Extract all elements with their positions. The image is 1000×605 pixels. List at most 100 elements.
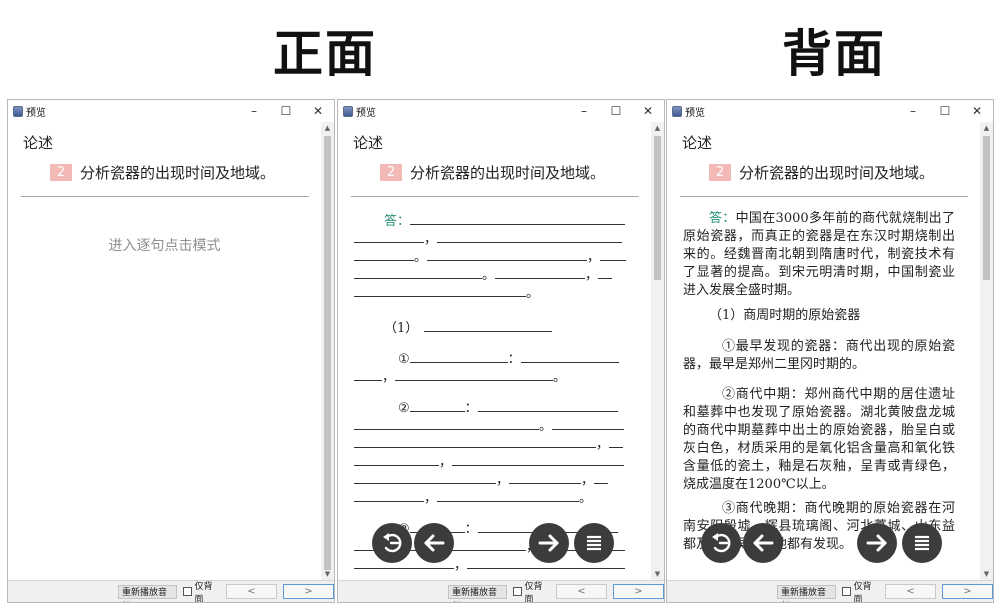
divider — [680, 196, 968, 197]
vertical-scrollbar[interactable]: ▲ ▼ — [651, 122, 664, 580]
period: 。 — [553, 370, 567, 385]
section-title: 论述 — [23, 134, 54, 152]
previous-sentence-button[interactable] — [414, 523, 454, 563]
scroll-down-icon[interactable]: ▼ — [651, 570, 664, 578]
question-line: 2 分析瓷器的出现时间及地域。 — [50, 162, 275, 183]
prev-card-button[interactable]: < — [555, 584, 607, 599]
answer-blank[interactable] — [520, 349, 619, 363]
answer-blank-line: 。 — [354, 283, 539, 304]
comma: ， — [496, 473, 510, 488]
divider — [21, 196, 309, 197]
answer-blank[interactable] — [354, 247, 414, 261]
next-card-button[interactable]: > — [612, 584, 664, 599]
close-button[interactable]: ✕ — [632, 100, 664, 122]
answer-blank[interactable] — [395, 367, 554, 381]
close-button[interactable]: ✕ — [302, 100, 334, 122]
answer-blank[interactable] — [354, 283, 526, 297]
title-bar: 预览 – ☐ ✕ — [8, 100, 334, 122]
minimize-button[interactable]: – — [897, 100, 929, 122]
answer-blank[interactable] — [410, 211, 626, 225]
answer-blank[interactable] — [437, 488, 580, 502]
arrow-right-icon — [866, 534, 887, 552]
comma: ， — [581, 473, 595, 488]
scroll-down-icon[interactable]: ▼ — [980, 570, 993, 578]
maximize-button[interactable]: ☐ — [929, 100, 961, 122]
back-only-checkbox[interactable] — [841, 587, 851, 596]
comma: ， — [587, 250, 601, 265]
answer-blank[interactable] — [354, 229, 424, 243]
answer-blank[interactable] — [600, 247, 627, 261]
answer-blank[interactable] — [594, 470, 609, 484]
window-title: 预览 — [356, 107, 376, 119]
period: 。 — [539, 419, 553, 434]
answer-blank[interactable] — [354, 488, 424, 502]
previous-sentence-button[interactable] — [743, 523, 783, 563]
answer-blank[interactable] — [452, 452, 625, 466]
item-label: ② — [398, 401, 410, 416]
card-content: 论述 2 分析瓷器的出现时间及地域。 答： ， 。 ， 。 ， 。 （1） ① ： ，… — [338, 122, 651, 580]
close-button[interactable]: ✕ — [961, 100, 993, 122]
period: 。 — [414, 250, 428, 265]
back-heading: 背面 — [782, 25, 886, 83]
answer-blank[interactable] — [354, 265, 482, 279]
next-sentence-button[interactable] — [857, 523, 897, 563]
vertical-scrollbar[interactable]: ▲ ▼ — [321, 122, 334, 580]
answer-blank[interactable] — [477, 398, 618, 412]
scroll-thumb[interactable] — [324, 136, 331, 570]
answer-blank[interactable] — [552, 416, 625, 430]
next-sentence-button[interactable] — [529, 523, 569, 563]
scroll-thumb[interactable] — [654, 136, 661, 280]
scroll-up-icon[interactable]: ▲ — [980, 124, 993, 132]
back-only-checkbox[interactable] — [182, 587, 192, 596]
vertical-scrollbar[interactable]: ▲ ▼ — [980, 122, 993, 580]
back-only-checkbox[interactable] — [512, 587, 522, 596]
answer-blank[interactable] — [495, 265, 586, 279]
period: 。 — [482, 268, 496, 283]
answer-blank[interactable] — [437, 229, 623, 243]
back-only-label: 仅背面 — [853, 581, 872, 603]
replay-audio-button[interactable]: 重新播放音频 — [448, 584, 507, 602]
back-only-label: 仅背面 — [194, 581, 213, 603]
scroll-down-icon[interactable]: ▼ — [321, 570, 334, 578]
answer-blank[interactable] — [354, 470, 496, 484]
question-text: 分析瓷器的出现时间及地域。 — [80, 164, 276, 182]
answer-blank[interactable] — [354, 434, 596, 448]
minimize-button[interactable]: – — [568, 100, 600, 122]
answer-blank-line: ，。 — [354, 367, 566, 388]
answer-blank[interactable] — [354, 573, 414, 580]
title-bar: 预览 – ☐ ✕ — [338, 100, 664, 122]
answer-paragraph-1: ①最早发现的瓷器：商代出现的原始瓷器，最早是郑州二里冈时期的。 — [683, 339, 955, 372]
answer-blank[interactable] — [609, 434, 624, 448]
menu-button[interactable] — [574, 523, 614, 563]
answer-blank[interactable] — [354, 452, 439, 466]
maximize-button[interactable]: ☐ — [270, 100, 302, 122]
replay-audio-button[interactable]: 重新播放音频 — [777, 584, 836, 602]
replay-audio-button[interactable]: 重新播放音频 — [118, 584, 177, 602]
menu-button[interactable] — [902, 523, 942, 563]
click-mode-hint[interactable]: 进入逐句点击模式 — [8, 235, 321, 255]
answer-blank[interactable] — [427, 247, 588, 261]
footer-bar: 重新播放音频 仅背面 < > — [667, 580, 993, 602]
replay-button[interactable] — [701, 523, 741, 563]
answer-blank[interactable] — [354, 367, 382, 381]
scroll-up-icon[interactable]: ▲ — [651, 124, 664, 132]
minimize-button[interactable]: – — [238, 100, 270, 122]
prev-card-button[interactable]: < — [225, 584, 277, 599]
comma: ， — [382, 370, 396, 385]
answer-blank[interactable] — [354, 416, 539, 430]
prev-card-button[interactable]: < — [884, 584, 936, 599]
arrow-right-icon — [538, 534, 559, 552]
answer-blank[interactable] — [598, 265, 613, 279]
next-card-button[interactable]: > — [282, 584, 334, 599]
answer-blank[interactable] — [409, 398, 465, 412]
scroll-up-icon[interactable]: ▲ — [321, 124, 334, 132]
replay-button[interactable] — [372, 523, 412, 563]
answer-blank[interactable] — [509, 470, 582, 484]
answer-blank[interactable] — [409, 349, 508, 363]
answer-label: 答： — [709, 211, 736, 226]
question-line: 2 分析瓷器的出现时间及地域。 — [380, 162, 605, 183]
answer-blank[interactable] — [424, 318, 553, 332]
next-card-button[interactable]: > — [941, 584, 993, 599]
maximize-button[interactable]: ☐ — [600, 100, 632, 122]
scroll-thumb[interactable] — [983, 136, 990, 280]
